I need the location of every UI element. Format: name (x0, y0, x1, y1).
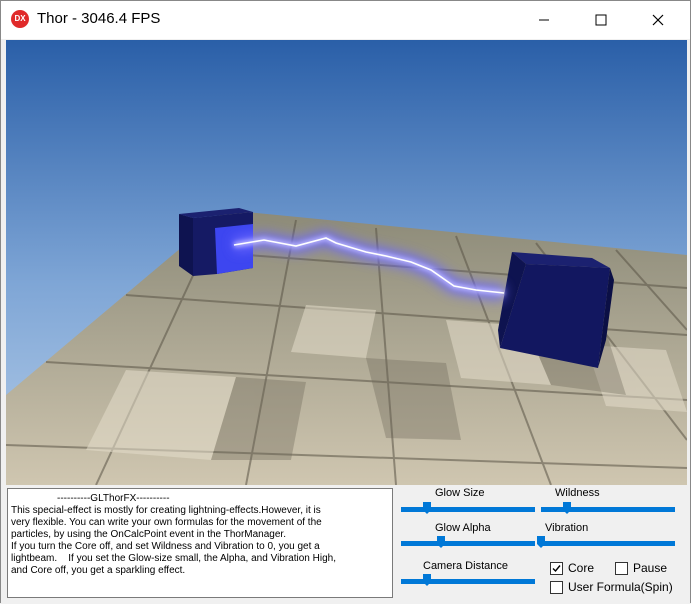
checkbox-box[interactable] (550, 561, 563, 575)
camera-distance-label: Camera Distance (423, 560, 508, 572)
camera-distance-slider[interactable] (401, 573, 535, 589)
wildness-label: Wildness (555, 487, 600, 499)
memo-line: This special-effect is mostly for creati… (11, 505, 321, 516)
memo-line: very flexible. You can write your own fo… (11, 517, 322, 528)
slider-thumb[interactable] (423, 502, 432, 514)
close-icon (652, 14, 664, 26)
memo-line: If you turn the Core off, and set Wildne… (11, 541, 320, 552)
slider-thumb[interactable] (563, 502, 572, 514)
slider-thumb[interactable] (537, 536, 545, 548)
checkbox-box[interactable] (550, 580, 563, 594)
wildness-slider[interactable] (541, 501, 675, 517)
core-label: Core (568, 561, 595, 575)
maximize-button[interactable] (578, 1, 624, 39)
slider-fill (541, 541, 675, 546)
pause-label: Pause (633, 561, 668, 575)
user-formula-checkbox[interactable]: User Formula(Spin) (550, 580, 673, 594)
title-bar[interactable]: DX Thor - 3046.4 FPS (1, 1, 690, 39)
minimize-icon (539, 19, 549, 21)
directx-app-icon: DX (11, 10, 29, 28)
glow-alpha-slider[interactable] (401, 535, 535, 551)
slider-fill (401, 579, 535, 584)
core-checkbox[interactable]: Core (550, 561, 594, 575)
minimize-button[interactable] (521, 1, 567, 39)
app-window: DX Thor - 3046.4 FPS ----------GLThorFX-… (0, 0, 691, 604)
slider-fill (401, 507, 535, 512)
vibration-label: Vibration (545, 522, 589, 534)
glow-size-slider[interactable] (401, 501, 535, 517)
glow-alpha-label: Glow Alpha (435, 522, 491, 534)
slider-thumb[interactable] (436, 536, 445, 548)
right-cube (498, 252, 614, 368)
maximize-icon (595, 14, 607, 26)
window-title: Thor - 3046.4 FPS (37, 10, 161, 27)
description-memo[interactable]: ----------GLThorFX---------- This specia… (7, 488, 393, 598)
glow-size-label: Glow Size (435, 487, 485, 499)
memo-line: particles, by using the OnCalcPoint even… (11, 529, 286, 540)
memo-line: lightbeam. If you set the Glow-size smal… (11, 553, 336, 564)
checkbox-box[interactable] (615, 561, 628, 575)
slider-fill (401, 541, 535, 546)
pause-checkbox[interactable]: Pause (615, 561, 667, 575)
checkmark-icon (552, 564, 561, 572)
vibration-slider[interactable] (537, 535, 675, 551)
slider-fill (541, 507, 675, 512)
memo-heading: ----------GLThorFX---------- (57, 493, 170, 504)
3d-render-viewport[interactable] (6, 40, 687, 485)
memo-line: and Core off, you get a sparkling effect… (11, 565, 186, 576)
close-button[interactable] (635, 1, 681, 39)
controls-panel: ----------GLThorFX---------- This specia… (1, 485, 690, 604)
slider-thumb[interactable] (423, 574, 432, 586)
lightning-scene (6, 40, 687, 485)
user-formula-label: User Formula(Spin) (568, 580, 673, 594)
